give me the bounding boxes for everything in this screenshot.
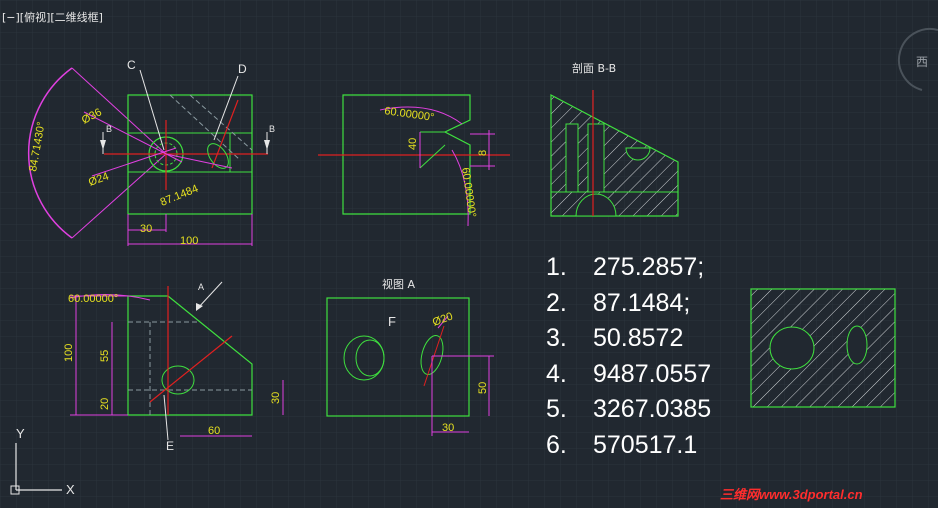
answer-number: 3. bbox=[546, 324, 567, 352]
answer-row: 5. 3267.0385 bbox=[546, 392, 711, 428]
answer-row: 6. 570517.1 bbox=[546, 428, 711, 464]
answer-value: 87.1484; bbox=[593, 288, 691, 317]
section-cavity-left bbox=[565, 123, 579, 193]
viewcube-west-label[interactable]: 西 bbox=[916, 53, 928, 70]
front-dim-30-label: 30 bbox=[270, 392, 282, 404]
section-bb-title: 剖面 B-B bbox=[572, 61, 616, 75]
answer-value: 3267.0385 bbox=[593, 395, 712, 423]
ucs-y-label: Y bbox=[16, 426, 25, 441]
section-b-left-label: B bbox=[106, 124, 112, 134]
front-dim-55-label: 55 bbox=[99, 350, 111, 362]
answer-row: 4. 9487.0557 bbox=[546, 357, 711, 393]
side-dim-8-label: 8 bbox=[477, 150, 489, 156]
answer-number: 4. bbox=[546, 359, 567, 388]
hatched-hole-2 bbox=[846, 325, 868, 365]
answer-list: 1. 275.2857; 2. 87.1484; 3. 50.8572 4. 9487.… bbox=[546, 250, 711, 463]
answer-value: 9487.0557 bbox=[593, 359, 712, 388]
front-angle-label: 60.00000° bbox=[68, 293, 118, 305]
drawing-canvas[interactable]: C D 84.71430° Ø36 Ø24 87.1484 30 100 B B… bbox=[0, 0, 938, 508]
front-dim-60-label: 60 bbox=[208, 425, 220, 437]
view-a-title: 视图 A bbox=[382, 277, 415, 291]
front-dim-20-label: 20 bbox=[99, 398, 111, 410]
section-b-right-label: B bbox=[269, 124, 275, 134]
dim-100-label: 100 bbox=[180, 235, 198, 247]
answer-number: 1. bbox=[546, 253, 567, 281]
watermark: 三维网www.3dportal.cn bbox=[720, 487, 863, 502]
view-a-dim-50-label: 50 bbox=[477, 382, 489, 394]
dim-30-label: 30 bbox=[140, 223, 152, 235]
viewport-controls[interactable]: [−][俯视][二维线框] bbox=[2, 9, 103, 25]
hatched-hole-1 bbox=[769, 326, 815, 370]
callout-e: E bbox=[166, 439, 174, 453]
callout-c: C bbox=[127, 58, 136, 72]
view-a-dim-30-label: 30 bbox=[442, 422, 454, 434]
answer-number: 5. bbox=[546, 395, 567, 423]
side-dim-40-label: 40 bbox=[407, 138, 419, 150]
front-dim-100-label: 100 bbox=[63, 344, 75, 362]
answer-number: 2. bbox=[546, 288, 567, 317]
answer-value: 275.2857; bbox=[593, 253, 705, 281]
callout-d: D bbox=[238, 62, 247, 76]
hatched-section[interactable] bbox=[750, 288, 896, 408]
arrow-a-label: A bbox=[198, 282, 204, 292]
answer-row: 3. 50.8572 bbox=[546, 321, 711, 357]
answer-row: 2. 87.1484; bbox=[546, 286, 711, 322]
section-cavity-mid bbox=[587, 123, 605, 193]
answer-value: 570517.1 bbox=[593, 430, 698, 459]
view-a-label-f: F bbox=[388, 314, 396, 329]
answer-row: 1. 275.2857; bbox=[546, 250, 711, 286]
answer-value: 50.8572 bbox=[593, 324, 684, 352]
answer-number: 6. bbox=[546, 430, 567, 459]
ucs-x-label: X bbox=[66, 482, 75, 497]
